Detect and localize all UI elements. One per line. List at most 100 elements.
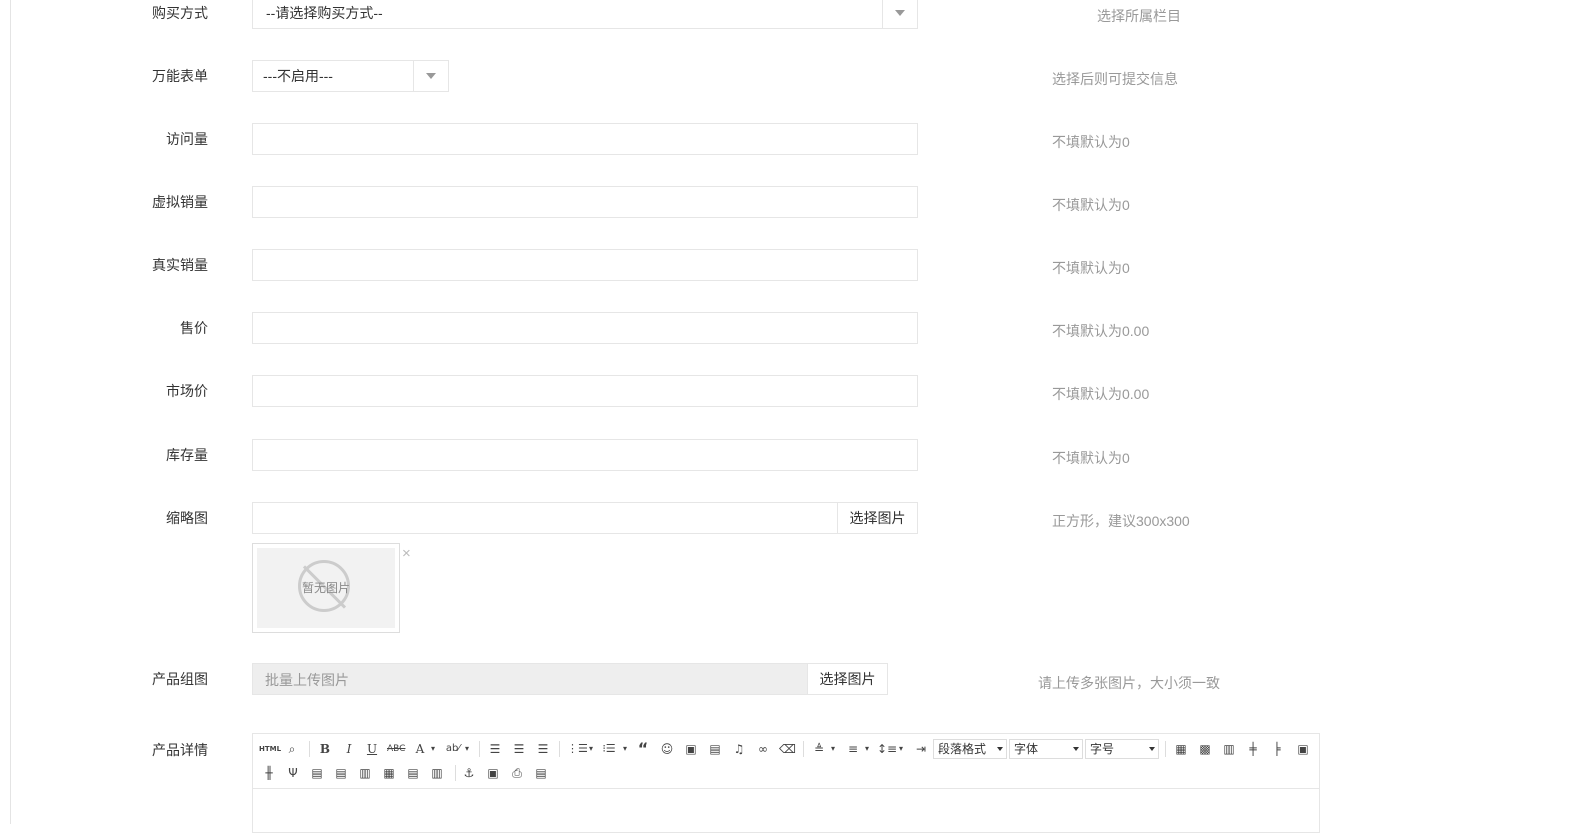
visits-label: 访问量	[166, 131, 208, 147]
stock-hint: 不填默认为0	[1052, 450, 1130, 466]
thumbnail-label: 缩略图	[166, 510, 208, 526]
toolbar-separator	[455, 765, 456, 781]
align-center-icon[interactable]: ☰	[511, 741, 527, 757]
thumbnail-select-button[interactable]: 选择图片	[837, 502, 918, 534]
eraser-icon[interactable]: ⌫	[779, 741, 796, 757]
chevron-down-icon	[1149, 747, 1155, 751]
price-label: 售价	[180, 320, 208, 336]
no-image-text: 暂无图片	[301, 581, 350, 595]
preview-icon[interactable]: ⌕	[283, 741, 301, 757]
split-cells-icon[interactable]: ▤	[309, 765, 325, 781]
anchor-icon[interactable]: ⚓	[461, 765, 477, 781]
gallery-hint: 请上传多张图片，大小须一致	[1038, 675, 1220, 691]
merge-cells-icon[interactable]: Ψ	[285, 765, 301, 781]
bold-icon[interactable]: B	[317, 741, 333, 757]
chevron-down-icon[interactable]: ▾	[429, 741, 437, 757]
gallery-label: 产品组图	[152, 671, 208, 687]
chevron-down-icon[interactable]: ▾	[863, 741, 871, 757]
underline-icon[interactable]: U	[364, 741, 380, 757]
no-image-placeholder: 暂无图片	[257, 548, 395, 628]
thumbnail-hint: 正方形，建议300x300	[1052, 513, 1190, 529]
align-right-icon[interactable]: ☰	[535, 741, 551, 757]
toolbar-separator	[559, 741, 560, 757]
market-price-input[interactable]	[252, 375, 918, 407]
split-rows-icon[interactable]: ▦	[381, 765, 397, 781]
emoji-icon[interactable]: ☺	[659, 741, 675, 757]
insert-caption-icon[interactable]: ▥	[1221, 741, 1237, 757]
music-icon[interactable]: ♫	[731, 741, 747, 757]
highlight-icon[interactable]: ab⁄	[445, 741, 461, 757]
paragraph-format-select[interactable]: 段落格式	[933, 739, 1007, 759]
attachment-icon[interactable]: ▣	[485, 765, 501, 781]
purchase-method-dropdown-arrow[interactable]	[882, 0, 917, 28]
print-icon[interactable]: ⎙	[509, 765, 525, 781]
link-icon[interactable]: ∞	[755, 741, 771, 757]
delete-table-icon[interactable]: ▥	[429, 765, 445, 781]
real-sales-hint: 不填默认为0	[1052, 260, 1130, 276]
form-builder-dropdown-arrow[interactable]	[413, 61, 448, 91]
page-left-border	[10, 0, 11, 824]
strikethrough-icon[interactable]: ABC	[387, 741, 405, 757]
chevron-down-icon[interactable]: ▾	[587, 741, 595, 757]
delete-row-icon[interactable]: ╫	[261, 765, 277, 781]
unordered-list-icon[interactable]: ⁝☰	[601, 741, 617, 757]
toolbar-separator	[803, 741, 804, 757]
line-height-icon[interactable]: ≜	[811, 741, 827, 757]
paste-icon[interactable]: ▤	[533, 765, 549, 781]
rich-text-editor[interactable]: HTML ⌕ B I U ABC A ▾ ab⁄ ▾ ☰ ☰ ☰ ⋮☰ ▾ ⁝☰…	[252, 733, 1320, 833]
form-builder-label: 万能表单	[152, 68, 208, 84]
html-source-icon[interactable]: HTML	[259, 741, 281, 757]
font-color-icon[interactable]: A	[413, 741, 427, 757]
ordered-list-icon[interactable]: ⋮☰	[567, 741, 588, 757]
blockquote-icon[interactable]: “	[635, 741, 651, 757]
visits-input[interactable]	[252, 123, 918, 155]
thumbnail-input[interactable]: 选择图片	[252, 502, 918, 534]
insert-row-icon[interactable]: ╪	[1245, 741, 1261, 757]
purchase-method-hint: 选择所属栏目	[1097, 8, 1181, 24]
form-builder-value: ---不启用---	[263, 68, 333, 84]
toolbar-separator	[479, 741, 480, 757]
stock-label: 库存量	[166, 447, 208, 463]
virtual-sales-label: 虚拟销量	[152, 194, 208, 210]
indent-icon[interactable]: ⇥	[913, 741, 929, 757]
purchase-method-select[interactable]: --请选择购买方式--	[252, 0, 918, 29]
form-builder-hint: 选择后则可提交信息	[1052, 71, 1178, 87]
paragraph-spacing-icon[interactable]: ≡	[845, 741, 861, 757]
real-sales-input[interactable]	[252, 249, 918, 281]
gallery-input[interactable]: 批量上传图片 选择图片	[252, 663, 888, 695]
virtual-sales-input[interactable]	[252, 186, 918, 218]
font-family-select[interactable]: 字体	[1009, 739, 1083, 759]
details-label: 产品详情	[152, 742, 208, 758]
close-icon[interactable]: ×	[402, 545, 411, 562]
paragraph-format-value: 段落格式	[938, 742, 987, 756]
purchase-method-label: 购买方式	[152, 5, 208, 21]
merge-down-icon[interactable]: ▥	[357, 765, 373, 781]
chevron-down-icon	[1073, 747, 1079, 751]
image-icon[interactable]: ▣	[683, 741, 699, 757]
merge-right-icon[interactable]: ▤	[333, 765, 349, 781]
thumbnail-preview: 暂无图片	[252, 543, 400, 633]
toolbar-separator	[309, 741, 310, 757]
chevron-down-icon[interactable]: ▾	[621, 741, 629, 757]
insert-table-icon[interactable]: ▦	[1173, 741, 1189, 757]
chevron-down-icon[interactable]: ▾	[897, 741, 905, 757]
gallery-placeholder: 批量上传图片	[265, 672, 349, 688]
price-input[interactable]	[252, 312, 918, 344]
font-size-select[interactable]: 字号	[1085, 739, 1159, 759]
align-left-icon[interactable]: ☰	[487, 741, 503, 757]
chevron-down-icon	[426, 73, 436, 79]
price-hint: 不填默认为0.00	[1052, 323, 1150, 339]
form-builder-select[interactable]: ---不启用---	[252, 60, 449, 92]
gallery-select-button[interactable]: 选择图片	[807, 663, 888, 695]
virtual-sales-hint: 不填默认为0	[1052, 197, 1130, 213]
chevron-down-icon[interactable]: ▾	[463, 741, 471, 757]
video-icon[interactable]: ▤	[707, 741, 723, 757]
italic-icon[interactable]: I	[341, 741, 357, 757]
split-columns-icon[interactable]: ▤	[405, 765, 421, 781]
table-properties-icon[interactable]: ▩	[1197, 741, 1213, 757]
row-spacing-icon[interactable]: ↕≡	[877, 741, 897, 757]
stock-input[interactable]	[252, 439, 918, 471]
fullscreen-icon[interactable]: ▣	[1295, 741, 1311, 757]
insert-column-icon[interactable]: ╞	[1269, 741, 1285, 757]
chevron-down-icon[interactable]: ▾	[829, 741, 837, 757]
